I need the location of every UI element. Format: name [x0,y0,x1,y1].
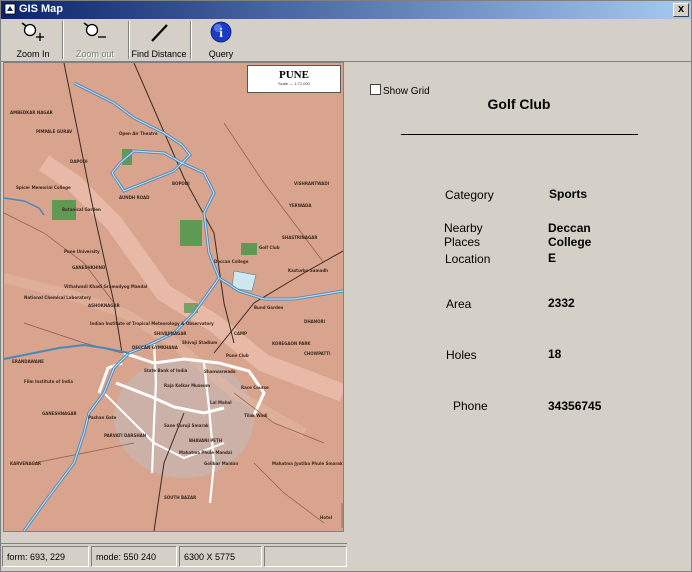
map-label: Hotel [320,515,333,520]
toolbar: Zoom In Zoom out Find Distance i Query [1,19,691,62]
svg-text:i: i [219,25,223,40]
map-label: CHOWPATTI [304,351,331,356]
status-empty-panel [264,546,347,567]
map-label: KOREGAON PARK [272,341,311,346]
map-label: Indian Institute of Tropical Meteorology… [90,321,214,326]
map-label: KARVENAGAR [10,461,42,466]
map-label: Race Course [241,385,269,390]
info-icon: i [210,21,232,43]
map-label: GANESHKHIND [72,265,106,270]
map-label: State Bank of India [144,368,188,373]
map-label: Open Air Theatre [119,131,158,136]
map-label: PARVATI DARSHAN [104,433,147,438]
ruler-line-icon [151,24,168,42]
map-label: Lal Mahal [210,400,232,405]
zoom-out-button[interactable]: Zoom out [69,21,121,59]
map-view[interactable]: PUNE Scale — 1:71,000 AMBEDKAR NAGAR PIM… [3,62,344,532]
map-label: Sane Guruji Smarak [164,423,209,428]
map-label: ASHOKNAGAR [88,303,120,308]
field-label: Holes [446,348,477,362]
query-label: Query [208,49,234,59]
field-value: 2332 [548,296,575,310]
app-icon [4,3,16,15]
map-title: PUNE [279,69,309,81]
map-label: Shanwarwada [204,369,236,374]
map-label: Shivaji Stadium [182,340,218,345]
find-distance-button[interactable]: Find Distance [131,21,187,59]
zoom-out-icon [83,22,106,38]
map-label: SOUTH BAZAR [164,495,197,500]
status-form-coords: form: 693, 229 [2,546,89,567]
map-label: SHIVAJINAGAR [154,331,187,336]
zoom-out-label: Zoom out [75,49,115,59]
map-label: Pune University [64,249,100,254]
status-mode-coords: mode: 550 240 [91,546,177,567]
map-label: YERWADA [289,203,312,208]
field-value: 34356745 [548,399,602,413]
map-label: Film Institute of India [24,379,73,384]
map-label: PIMPALE GURAV [36,129,73,134]
map-label: Pashan Gate [88,415,117,420]
zoom-in-icon [21,22,44,41]
map-label: Bund Garden [254,305,284,310]
field-value: 18 [548,347,562,361]
info-panel: Show Grid Golf Club Category Sports Near… [348,62,690,532]
map-label: DAPODI [70,159,88,164]
map-label: BHAVANI PETH [189,438,223,443]
toolbar-separator [62,21,64,59]
map-label: Spicer Memorial College [16,185,71,190]
map-label: Tilak Wadi [244,413,268,418]
map-label: Vithalwadi Khadi Gramodyog Mandal [64,284,148,289]
gis-map-window: GIS Map x Zoom In Zoom out Find Distance… [0,0,692,572]
map-label: AMBEDKAR NAGAR [10,110,53,115]
map-label: Mahatma Phule Mandai [179,450,232,455]
feature-name: Golf Club [487,96,551,112]
map-label: Pune Club [226,353,249,358]
map-label: AUNDH ROAD [119,195,150,200]
zoom-in-button[interactable]: Zoom In [9,21,57,59]
checkbox-box[interactable] [370,84,381,95]
title-bar: GIS Map x [1,1,691,19]
field-label: Location [445,252,491,266]
map-label: VISHRANTWADI [294,181,330,186]
close-button[interactable]: x [673,3,689,17]
map-label: ERANDAWANE [12,359,44,364]
map-title-box: PUNE Scale — 1:71,000 [247,65,341,93]
field-label: Nearby Places [444,221,483,249]
field-label: Category [445,188,494,202]
close-icon: x [677,3,685,15]
map-label: DHANORI [304,319,326,324]
map-label: CAMP [234,331,247,336]
map-label: GANESHNAGAR [42,411,77,416]
map-label: SHASTRINAGAR [282,235,318,240]
map-label: Raja Kelkar Museum [164,383,211,388]
field-label: Phone [453,399,488,413]
map-label: Botanical Garden [62,207,101,212]
toolbar-separator [190,21,192,59]
status-bar: form: 693, 229 mode: 550 240 6300 X 5775 [1,546,347,571]
field-label: Area [446,297,472,311]
zoom-in-label: Zoom In [16,49,50,59]
query-button[interactable]: i Query [199,21,243,59]
divider [401,134,638,135]
map-label: Golf Club [259,245,280,250]
status-divider [1,543,347,544]
toolbar-separator [128,21,130,59]
map-label: Mahatma Jyotiba Phule Smarak [272,461,343,466]
map-label: Deccan College [214,259,249,264]
map-label: Golibar Maidan [204,461,239,466]
map-label: National Chemical Laboratory [24,295,92,300]
field-value: Sports [549,187,588,201]
map-label: Kasturba Samadh [288,268,329,273]
field-value: Deccan College [548,221,592,249]
map-scale: Scale — 1:71,000 [278,81,310,86]
map-label: DECCAN GYMKHANA [132,345,178,350]
status-extent: 6300 X 5775 [179,546,262,567]
field-value: E [548,251,557,265]
find-distance-label: Find Distance [131,49,187,59]
window-title: GIS Map [19,3,64,15]
map-label: BOPODI [172,181,190,186]
